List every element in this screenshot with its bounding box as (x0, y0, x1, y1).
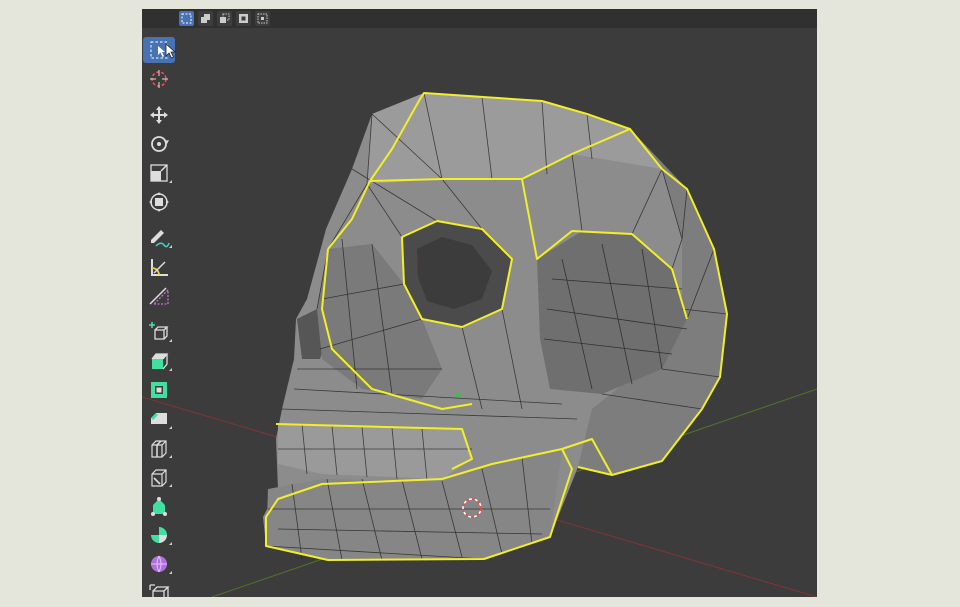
annotate-icon (151, 230, 170, 248)
tool-options-indicator (169, 245, 172, 248)
tool-rotate[interactable] (143, 131, 175, 157)
tool-options-indicator (169, 542, 172, 545)
tool-move[interactable] (143, 102, 175, 128)
edge-slide-icon (149, 584, 170, 597)
3d-viewport[interactable] (142, 9, 817, 597)
add-cube-icon (149, 322, 169, 340)
tool-options-indicator (169, 571, 172, 574)
tool-cursor[interactable] (143, 66, 175, 92)
tool-edge-slide[interactable] (143, 580, 175, 597)
tool-extrude[interactable] (143, 348, 175, 374)
measure-icon (151, 259, 168, 276)
rotate-icon (151, 136, 169, 152)
origin-point (455, 392, 461, 398)
tool-options-indicator (169, 180, 172, 183)
tool-options-indicator (169, 455, 172, 458)
tool-bevel[interactable] (143, 406, 175, 432)
tool-options-indicator (169, 339, 172, 342)
tool-transform[interactable] (143, 189, 175, 215)
tool-scale[interactable] (143, 160, 175, 186)
bevel-icon (151, 413, 167, 424)
tool-options-indicator (169, 426, 172, 429)
transform-icon (149, 192, 169, 212)
tool-smooth[interactable] (143, 551, 175, 577)
tool-shelf (143, 37, 177, 597)
shear-icon (149, 287, 169, 305)
tool-inset[interactable] (143, 377, 175, 403)
tool-spin[interactable] (143, 522, 175, 548)
move-icon (150, 106, 168, 124)
poly-build-icon (151, 497, 167, 516)
tool-measure[interactable] (143, 254, 175, 280)
knife-icon (151, 469, 167, 487)
tool-add-cube[interactable] (143, 319, 175, 345)
tool-annotate[interactable] (143, 225, 175, 251)
tool-knife[interactable] (143, 464, 175, 490)
smooth-icon (151, 555, 167, 573)
scene-canvas[interactable] (142, 9, 817, 597)
spin-icon (151, 527, 167, 543)
cursor-icon (150, 70, 168, 88)
tool-shear[interactable] (143, 283, 175, 309)
extrude-icon (151, 353, 169, 370)
tool-options-indicator (169, 368, 172, 371)
scale-icon (150, 164, 168, 182)
tool-options-indicator (169, 484, 172, 487)
loop-cut-icon (151, 440, 167, 458)
tool-loop-cut[interactable] (143, 435, 175, 461)
inset-icon (151, 382, 167, 398)
skull-mesh (263, 92, 728, 561)
tool-poly-build[interactable] (143, 493, 175, 519)
mouse-pointer-icon (165, 43, 177, 59)
